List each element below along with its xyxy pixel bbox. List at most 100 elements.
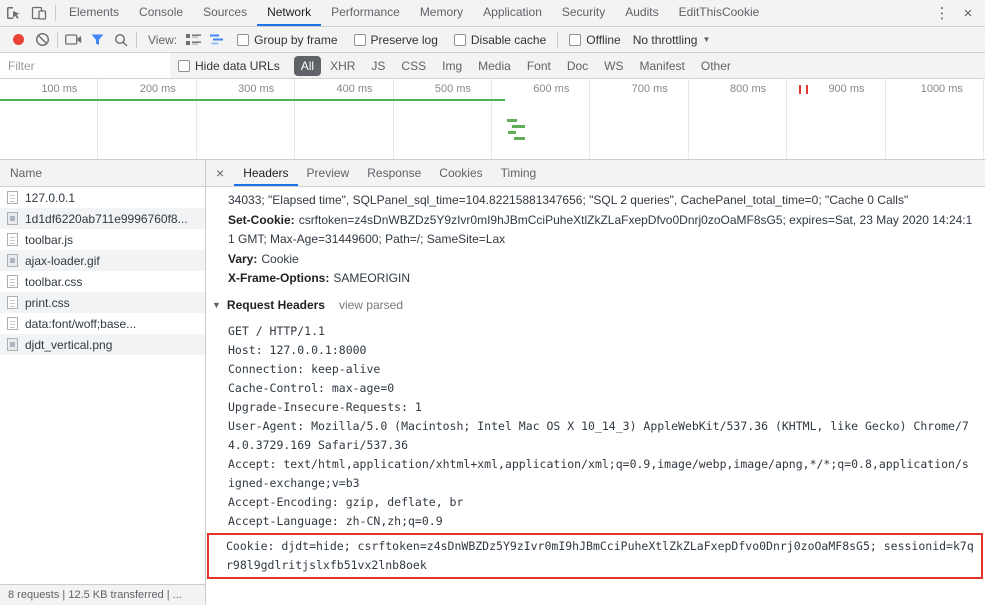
detail-tab-timing[interactable]: Timing [492,160,546,186]
request-headers-section[interactable]: ▼ Request Headers view parsed [212,296,975,316]
request-details-panel: × Headers Preview Response Cookies Timin… [206,160,985,605]
timeline-request-bar [507,119,517,122]
load-event-marker [806,85,808,94]
disable-cache-input[interactable] [453,33,466,46]
throttling-dropdown[interactable]: No throttling ▼ [633,33,711,47]
filter-type-all[interactable]: All [293,55,322,76]
disable-cache-checkbox[interactable]: Disable cache [453,33,546,47]
timeline-activity-line [0,99,505,101]
tab-performance[interactable]: Performance [321,0,410,26]
filter-toggle-icon[interactable] [85,29,109,51]
detail-tab-response[interactable]: Response [358,160,430,186]
filter-type-css[interactable]: CSS [394,56,433,76]
detail-tab-headers[interactable]: Headers [234,160,297,186]
request-row[interactable]: 1d1df6220ab711e9996760f8... [0,208,205,229]
hide-data-urls-checkbox[interactable]: Hide data URLs [178,59,280,73]
request-row[interactable]: djdt_vertical.png [0,334,205,355]
raw-header-line: Host: 127.0.0.1:8000 [228,343,367,357]
group-by-frame-input[interactable] [237,33,250,46]
large-request-rows-icon[interactable] [181,29,205,51]
throttling-value: No throttling [632,32,698,47]
image-file-icon [7,338,18,351]
preserve-log-checkbox[interactable]: Preserve log [353,32,438,47]
divider [136,31,137,48]
more-menu-icon[interactable]: ⋮ [929,4,955,22]
offline-label: Offline [586,32,621,47]
raw-header-line: User-Agent: Mozilla/5.0 (Macintosh; Inte… [228,419,969,452]
filter-type-js[interactable]: JS [364,56,392,76]
tab-sources[interactable]: Sources [193,0,257,26]
requests-summary-bar: 8 requests | 12.5 KB transferred | ... [0,584,205,605]
cookie-header-line: Cookie: djdt=hide; csrftoken=z4sDnWBZDz5… [226,539,974,572]
device-toolbar-icon[interactable] [26,0,52,26]
group-by-frame-checkbox[interactable]: Group by frame [237,33,338,47]
raw-header-line: Cache-Control: max-age=0 [228,381,395,395]
filter-type-xhr[interactable]: XHR [323,56,362,76]
network-toolbar: View: Group by frame Preserve log Disabl… [0,27,985,53]
divider [557,31,559,48]
request-row[interactable]: data:font/woff;base... [0,313,205,334]
tick-label: 900 ms [828,83,865,95]
document-file-icon [7,191,18,204]
show-overview-icon[interactable] [205,29,229,51]
filter-type-img[interactable]: Img [435,56,469,76]
tab-editthiscookie[interactable]: EditThisCookie [669,0,770,26]
raw-header-line: Connection: keep-alive [228,362,381,376]
detail-tab-preview[interactable]: Preview [298,160,359,186]
summary-text: 8 requests | 12.5 KB transferred | ... [8,589,182,601]
filter-type-media[interactable]: Media [471,56,518,76]
network-filter-bar: Hide data URLs All XHR JS CSS Img Media … [0,53,985,79]
clear-network-log-button[interactable] [30,29,54,51]
request-row[interactable]: toolbar.css [0,271,205,292]
timeline-request-bar [512,125,525,128]
raw-header-line: Accept-Language: zh-CN,zh;q=0.9 [228,514,443,528]
search-icon[interactable] [109,29,133,51]
filter-type-other[interactable]: Other [694,56,738,76]
request-row[interactable]: ajax-loader.gif [0,250,205,271]
filter-type-ws[interactable]: WS [597,56,630,76]
tab-application[interactable]: Application [473,0,552,26]
tab-elements[interactable]: Elements [59,0,129,26]
name-column-header[interactable]: Name [0,160,205,187]
offline-checkbox[interactable]: Offline [569,32,621,47]
record-network-log-button[interactable] [6,29,30,51]
request-row[interactable]: toolbar.js [0,229,205,250]
stylesheet-file-icon [7,275,18,288]
response-header-line: Set-Cookie: csrftoken=z4sDnWBZDz5Y9zIvr0m… [228,212,973,247]
raw-header-line: Upgrade-Insecure-Requests: 1 [228,400,422,414]
tick-label: 100 ms [41,83,78,95]
cookie-highlight-box: Cookie: djdt=hide; csrftoken=z4sDnWBZDz5… [207,533,983,579]
inspect-element-icon[interactable] [0,0,26,26]
filter-type-doc[interactable]: Doc [560,56,595,76]
raw-header-line: Accept: text/html,application/xhtml+xml,… [228,457,969,490]
headers-content[interactable]: 34033; "Elapsed time", SQLPanel_sql_time… [206,187,985,605]
request-row[interactable]: 127.0.0.1 [0,187,205,208]
disclosure-triangle-icon[interactable]: ▼ [212,296,221,316]
network-overview-timeline[interactable]: 100 ms 200 ms 300 ms 400 ms 500 ms 600 m… [0,79,985,160]
view-parsed-link[interactable]: view parsed [339,296,403,316]
image-file-icon [7,212,18,225]
preserve-log-input[interactable] [353,33,366,46]
capture-screenshots-button[interactable] [61,29,85,51]
filter-input[interactable] [0,53,170,78]
header-value-overflow: 34033; "Elapsed time", SQLPanel_sql_time… [228,193,909,207]
tick-label: 1000 ms [920,83,963,95]
raw-header-line: GET / HTTP/1.1 [228,324,325,338]
tick-label: 200 ms [139,83,176,95]
filter-type-font[interactable]: Font [520,56,558,76]
tab-network[interactable]: Network [257,0,321,26]
tab-memory[interactable]: Memory [410,0,473,26]
close-details-icon[interactable]: × [206,165,234,181]
offline-input[interactable] [569,33,582,46]
filter-type-manifest[interactable]: Manifest [633,56,692,76]
tab-security[interactable]: Security [552,0,615,26]
detail-tab-cookies[interactable]: Cookies [430,160,491,186]
close-devtools-icon[interactable]: × [955,5,981,22]
tick-label: 400 ms [336,83,373,95]
divider [57,31,58,48]
tab-console[interactable]: Console [129,0,193,26]
preserve-log-label: Preserve log [370,32,438,47]
request-row[interactable]: print.css [0,292,205,313]
hide-data-urls-input[interactable] [178,59,190,72]
tab-audits[interactable]: Audits [615,0,668,26]
